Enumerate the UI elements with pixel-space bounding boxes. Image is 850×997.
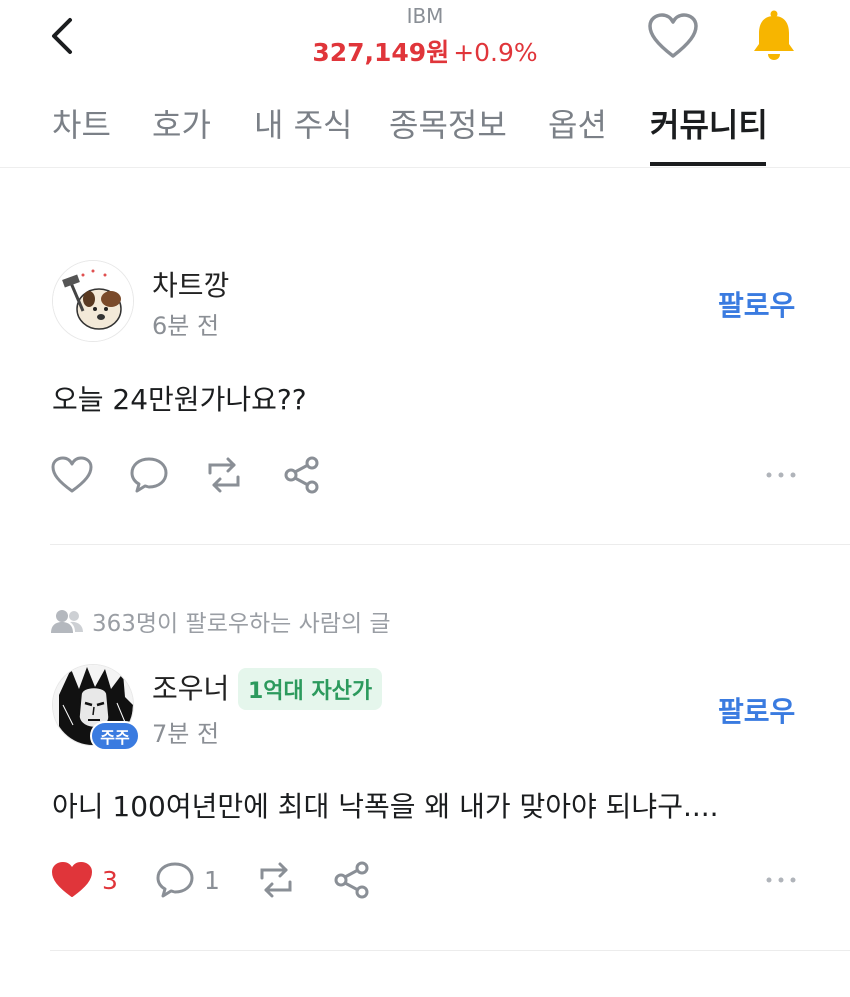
repost-button[interactable] (254, 858, 298, 902)
avatar[interactable] (52, 260, 134, 342)
post-time: 7분 전 (152, 720, 220, 748)
share-button[interactable] (332, 858, 372, 902)
tab-bar: 차트 호가 내 주식 종목정보 옵션 커뮤니티 (0, 88, 850, 168)
notification-button[interactable] (749, 8, 799, 62)
comment-count: 1 (204, 865, 220, 895)
post-content[interactable]: 아니 100여년만에 최대 낙폭을 왜 내가 맞아야 되냐구.... (52, 785, 719, 825)
like-button[interactable] (50, 453, 94, 497)
post-actions: 3 1 (50, 858, 810, 902)
tab-orderbook[interactable]: 호가 (152, 100, 211, 156)
comment-button[interactable] (128, 453, 170, 497)
comment-button[interactable]: 1 (154, 858, 220, 902)
post-time: 6분 전 (152, 312, 220, 340)
username[interactable]: 차트깡 (152, 264, 229, 304)
repost-button[interactable] (202, 453, 246, 497)
tab-my-stock[interactable]: 내 주식 (254, 100, 353, 156)
post-divider (50, 950, 850, 951)
post-divider (50, 544, 850, 545)
post-content[interactable]: 오늘 24만원가나요?? (52, 378, 307, 418)
tab-options[interactable]: 옵션 (548, 100, 607, 156)
heart-outline-icon (648, 13, 698, 58)
share-button[interactable] (282, 453, 322, 497)
share-icon (284, 456, 319, 494)
heart-icon (52, 862, 92, 897)
username[interactable]: 조우너 (152, 667, 229, 707)
active-tab-indicator (650, 162, 766, 166)
post-actions (50, 453, 810, 497)
stock-header: IBM 327,149원 +0.9% (0, 0, 850, 80)
repost-icon (208, 457, 240, 493)
more-options-button[interactable] (763, 453, 799, 497)
like-count: 3 (102, 865, 118, 895)
like-button[interactable]: 3 (50, 858, 118, 902)
tab-community[interactable]: 커뮤니티 (650, 100, 768, 156)
price-change: +0.9% (453, 38, 538, 67)
comment-icon (130, 457, 168, 493)
more-icon (766, 877, 796, 883)
tab-stock-info[interactable]: 종목정보 (389, 100, 507, 156)
follow-button[interactable]: 팔로우 (718, 284, 795, 324)
bell-icon (754, 10, 794, 60)
follow-button[interactable]: 팔로우 (718, 690, 795, 730)
repost-icon (260, 862, 292, 898)
favorite-button[interactable] (646, 12, 700, 60)
follower-context-text: 363명이 팔로우하는 사람의 글 (92, 611, 391, 637)
people-icon (51, 610, 83, 633)
share-icon (334, 861, 369, 899)
asset-badge: 1억대 자산가 (238, 668, 383, 710)
heart-icon (51, 456, 93, 493)
current-price: 327,149원 (312, 38, 450, 67)
more-icon (766, 472, 796, 478)
more-options-button[interactable] (763, 858, 799, 902)
price-display: 327,149원 +0.9% (0, 33, 850, 69)
ticker-symbol: IBM (406, 4, 444, 28)
shareholder-badge: 주주 (90, 721, 140, 751)
cartoon-avatar-image (53, 261, 133, 341)
tab-chart[interactable]: 차트 (52, 100, 111, 156)
comment-icon (156, 862, 194, 898)
follower-context: 363명이 팔로우하는 사람의 글 (50, 604, 391, 638)
